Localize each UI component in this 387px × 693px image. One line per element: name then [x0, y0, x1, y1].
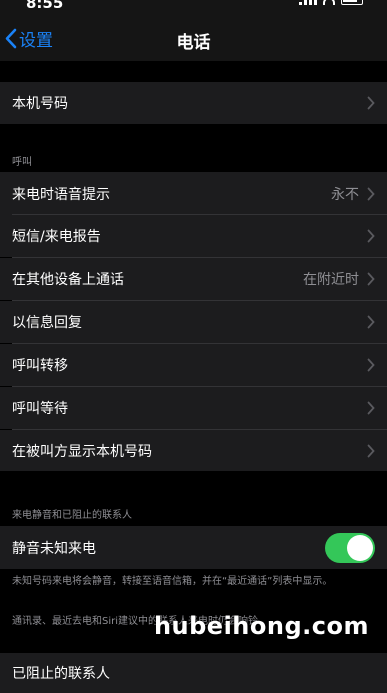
status-time: 8:55: [26, 0, 64, 12]
chevron-right-icon: [367, 444, 375, 457]
row-silence-unknown-callers[interactable]: 静音未知来电: [0, 526, 387, 569]
toggle-knob: [347, 534, 373, 561]
cellular-signal-icon: [299, 0, 317, 5]
silence-footer-note-1: 未知号码来电将会静音，转接至语音信箱，并在“最近通话”列表中显示。: [12, 576, 333, 587]
chevron-right-icon: [367, 272, 375, 286]
chevron-right-icon: [367, 358, 375, 372]
row-label: 本机号码: [12, 96, 68, 112]
row-announce-calls[interactable]: 来电时语音提示 永不: [0, 172, 387, 215]
row-label: 静音未知来电: [12, 540, 96, 557]
chevron-right-icon: [367, 96, 375, 110]
row-label: 在其他设备上通话: [12, 272, 124, 288]
chevron-right-icon: [367, 229, 375, 243]
chevron-right-icon: [367, 401, 375, 415]
chevron-right-icon: [367, 315, 375, 329]
battery-icon: [341, 0, 363, 5]
status-bar: 8:55: [0, 0, 387, 14]
row-value: 在附近时: [303, 272, 359, 288]
wifi-icon: [323, 0, 335, 5]
row-label: 已阻止的联系人: [12, 666, 110, 682]
row-respond-with-text[interactable]: 以信息回复: [0, 301, 387, 343]
page-title: 电话: [176, 33, 211, 53]
section-header-silence: 来电静音和已阻止的联系人: [12, 510, 132, 521]
status-icons: [299, 0, 363, 5]
row-sms-call-reporting[interactable]: 短信/来电报告: [0, 215, 387, 257]
navigation-bar: 设置 电话: [0, 14, 387, 61]
row-label: 来电时语音提示: [12, 186, 110, 203]
section-header-calls: 呼叫: [12, 157, 32, 168]
watermark: hubeihong.com: [153, 612, 369, 640]
silence-unknown-toggle[interactable]: [325, 532, 375, 563]
row-value: 永不: [331, 186, 359, 203]
row-label: 以信息回复: [12, 315, 82, 331]
row-label: 呼叫转移: [12, 358, 68, 374]
row-my-number[interactable]: 本机号码: [0, 82, 387, 124]
row-label: 短信/来电报告: [12, 229, 101, 245]
row-call-waiting[interactable]: 呼叫等待: [0, 387, 387, 429]
row-other-devices[interactable]: 在其他设备上通话 在附近时: [0, 258, 387, 300]
row-label: 呼叫等待: [12, 401, 68, 417]
row-show-caller-id[interactable]: 在被叫方显示本机号码: [0, 430, 387, 471]
row-call-forwarding[interactable]: 呼叫转移: [0, 344, 387, 386]
row-blocked-contacts[interactable]: 已阻止的联系人: [0, 653, 387, 693]
chevron-right-icon: [367, 187, 375, 200]
row-label: 在被叫方显示本机号码: [12, 443, 152, 460]
